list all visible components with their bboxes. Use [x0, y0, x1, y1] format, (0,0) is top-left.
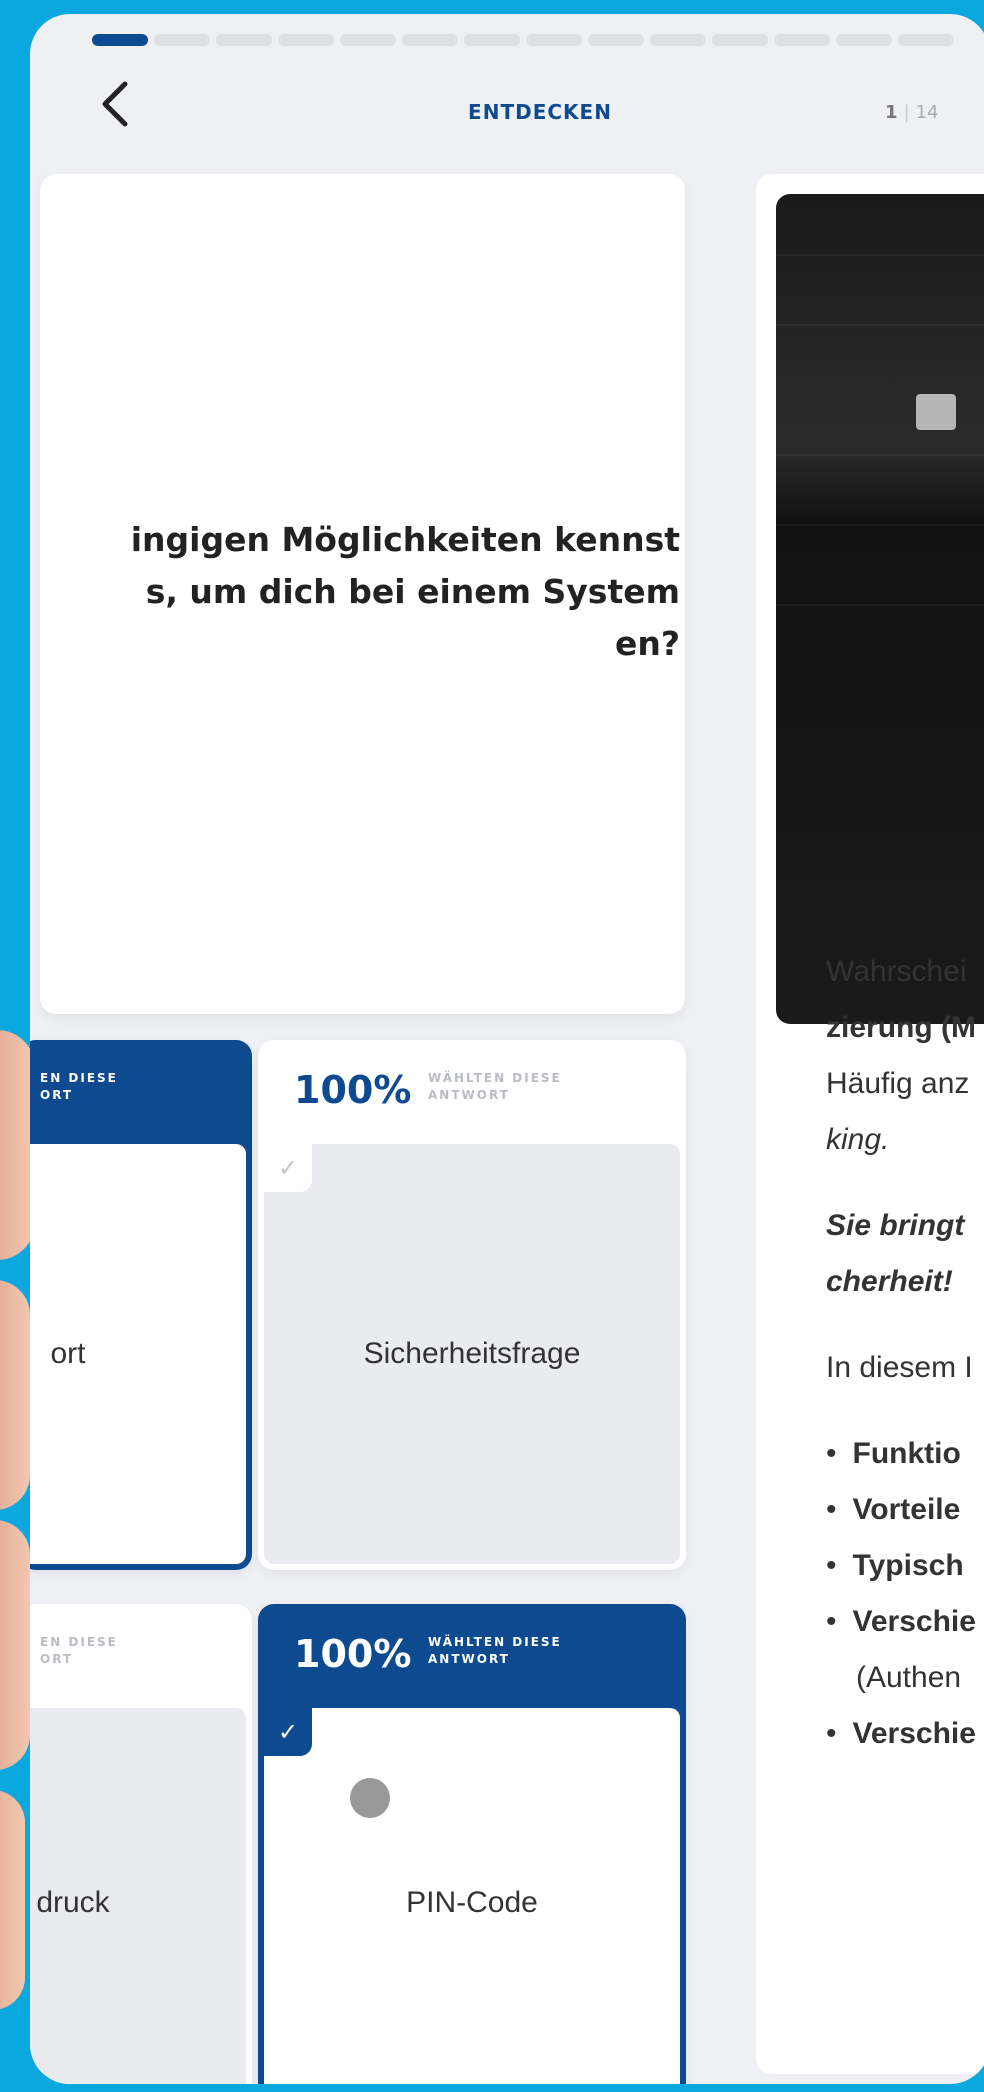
- answer-tile-sicherheitsfrage[interactable]: 100% WÄHLTEN DIESE ANTWORT ✓ Sicherheitsf…: [258, 1040, 686, 1570]
- tile-body: ✓ PIN-Code: [264, 1708, 680, 2084]
- answer-tile-passwort[interactable]: EN DIESE ORT ort: [30, 1040, 252, 1570]
- tile-label: druck: [36, 1886, 110, 1919]
- counter-total: 14: [915, 102, 939, 123]
- progress-segment: [154, 34, 210, 46]
- tile-body: ort: [30, 1144, 246, 1564]
- list-item: Verschie: [826, 1706, 984, 1762]
- progress-segment: [278, 34, 334, 46]
- progress-segment: [464, 34, 520, 46]
- question-text: ingigen Möglichkeiten kennst s, um dich …: [40, 514, 680, 670]
- tile-note: EN DIESE ORT: [40, 1071, 118, 1102]
- counter-current: 1: [885, 102, 898, 123]
- progress-segment: [836, 34, 892, 46]
- question-line: en?: [614, 624, 680, 663]
- question-counter: 1 | 14: [885, 102, 939, 123]
- page-title: ENTDECKEN: [468, 100, 612, 124]
- explanation-line: Sie bringt: [826, 1209, 965, 1242]
- answer-tile-fingerabdruck[interactable]: EN DIESE ORT druck: [30, 1604, 252, 2084]
- tile-label: Sicherheitsfrage: [363, 1337, 581, 1370]
- tile-header: 100% WÄHLTEN DIESE ANTWORT: [258, 1604, 686, 1708]
- list-item: Verschie: [826, 1594, 984, 1650]
- app-screen: ENTDECKEN 1 | 14 ingigen Möglichkeiten ken…: [30, 14, 984, 2084]
- progress-segment: [650, 34, 706, 46]
- check-icon: ✓: [264, 1144, 312, 1192]
- progress-segment: [340, 34, 396, 46]
- drag-handle-icon: [350, 1778, 390, 1818]
- tile-header: EN DIESE ORT: [30, 1040, 252, 1144]
- hand-finger-2: [0, 1280, 30, 1510]
- topic-list: Funktio Vorteile Typisch Verschie (Authe…: [826, 1426, 984, 1762]
- explanation-line: Wahrschei: [826, 955, 967, 988]
- explanation-line: In diesem I: [826, 1351, 973, 1384]
- list-item: Funktio: [826, 1426, 984, 1482]
- tile-percentage: 100%: [294, 1632, 412, 1676]
- hand-finger-3: [0, 1520, 30, 1770]
- question-card: ingigen Möglichkeiten kennst s, um dich …: [40, 174, 685, 1014]
- tile-percentage: 100%: [294, 1068, 412, 1112]
- progress-segment: [402, 34, 458, 46]
- explanation-line: zierung (M: [826, 1011, 976, 1044]
- progress-segment: [216, 34, 272, 46]
- back-arrow-icon[interactable]: [95, 74, 145, 144]
- tile-body: druck: [30, 1708, 246, 2084]
- tile-note: EN DIESE ORT: [40, 1635, 118, 1666]
- progress-segment: [588, 34, 644, 46]
- question-line: ingigen Möglichkeiten kennst: [130, 520, 680, 559]
- list-item: Vorteile: [826, 1482, 984, 1538]
- question-line: s, um dich bei einem System: [145, 572, 680, 611]
- lock-photo: [776, 194, 984, 1024]
- tile-label: PIN-Code: [406, 1886, 538, 1919]
- progress-segment: [774, 34, 830, 46]
- explanation-line: Häufig anz: [826, 1067, 970, 1100]
- tile-header: EN DIESE ORT: [30, 1604, 252, 1708]
- tile-note: WÄHLTEN DIESE ANTWORT: [428, 1635, 562, 1666]
- progress-segment: [526, 34, 582, 46]
- list-item-sub: (Authen: [856, 1661, 962, 1694]
- progress-segment: [898, 34, 954, 46]
- padlock-icon: [916, 394, 956, 430]
- progress-segment: [712, 34, 768, 46]
- explanation-line: king.: [826, 1123, 890, 1156]
- tile-body: ✓ Sicherheitsfrage: [264, 1144, 680, 1564]
- answer-tile-pin-code[interactable]: 100% WÄHLTEN DIESE ANTWORT ✓ PIN-Code: [258, 1604, 686, 2084]
- progress-segment: [92, 34, 148, 46]
- explanation-text: Wahrschei zierung (M Häufig anz king. Si…: [826, 944, 984, 1762]
- tile-header: 100% WÄHLTEN DIESE ANTWORT: [258, 1040, 686, 1144]
- tile-note: WÄHLTEN DIESE ANTWORT: [428, 1071, 562, 1102]
- check-icon: ✓: [264, 1708, 312, 1756]
- progress-bar: [92, 34, 954, 46]
- tile-label: ort: [50, 1337, 86, 1370]
- hand-finger-4: [0, 1790, 25, 2010]
- explanation-line: cherheit!: [826, 1265, 953, 1298]
- list-item: Typisch: [826, 1538, 984, 1594]
